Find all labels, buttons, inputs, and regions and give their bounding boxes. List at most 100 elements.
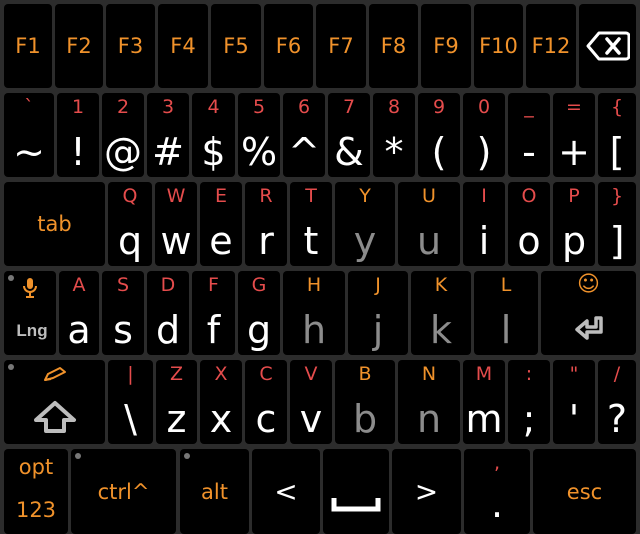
key-secondary: N: [421, 363, 437, 385]
key-period[interactable]: , .: [464, 449, 530, 534]
key-backspace[interactable]: [579, 4, 636, 88]
key-secondary: =: [566, 96, 582, 118]
key-secondary: ,: [493, 452, 501, 474]
key-s[interactable]: Ss: [102, 271, 144, 355]
key-2[interactable]: 2 @: [102, 93, 144, 177]
key-o[interactable]: Oo: [508, 182, 550, 266]
key-question[interactable]: /?: [598, 360, 636, 444]
key-r[interactable]: Rr: [245, 182, 287, 266]
key-f3[interactable]: F3: [106, 4, 155, 88]
key-primary: t: [303, 219, 319, 263]
key-j[interactable]: Jj: [348, 271, 408, 355]
microphone-icon: [4, 277, 56, 299]
key-i[interactable]: Ii: [463, 182, 505, 266]
key-f6[interactable]: F6: [264, 4, 313, 88]
key-t[interactable]: Tt: [290, 182, 332, 266]
key-h[interactable]: Hh: [283, 271, 345, 355]
key-3[interactable]: 3 #: [147, 93, 189, 177]
key-left-arrow[interactable]: <: [252, 449, 320, 534]
enter-icon: [541, 315, 636, 343]
key-f[interactable]: Ff: [192, 271, 235, 355]
key-bracket-right[interactable]: }]: [598, 182, 636, 266]
key-secondary: Y: [359, 185, 371, 207]
key-e[interactable]: Ee: [200, 182, 242, 266]
key-primary: +: [558, 130, 590, 174]
key-y[interactable]: Yy: [335, 182, 395, 266]
key-f12[interactable]: F12: [526, 4, 576, 88]
key-secondary: /: [613, 363, 621, 385]
key-primary: k: [429, 308, 452, 352]
key-f10[interactable]: F10: [474, 4, 523, 88]
key-lang[interactable]: Lng: [4, 271, 56, 355]
key-q[interactable]: Qq: [108, 182, 152, 266]
key-5[interactable]: 5%: [238, 93, 280, 177]
key-label: F8: [380, 34, 407, 58]
key-alt[interactable]: alt: [180, 449, 249, 534]
key-secondary: _: [524, 96, 534, 118]
shift-icon: [4, 400, 105, 434]
key-b[interactable]: Bb: [335, 360, 395, 444]
key-semicolon[interactable]: :;: [508, 360, 550, 444]
key-0[interactable]: 0): [463, 93, 505, 177]
key-right-arrow[interactable]: >: [392, 449, 461, 534]
key-backslash[interactable]: | \: [108, 360, 153, 444]
key-primary: i: [478, 219, 490, 263]
key-4[interactable]: 4 $: [192, 93, 235, 177]
key-l[interactable]: Ll: [474, 271, 538, 355]
key-bracket-left[interactable]: {[: [598, 93, 636, 177]
key-enter[interactable]: ☺: [541, 271, 636, 355]
space-icon: [323, 496, 389, 512]
key-primary: [: [609, 130, 625, 174]
key-label: F4: [170, 34, 196, 58]
key-f7[interactable]: F7: [316, 4, 366, 88]
key-secondary: }: [610, 185, 624, 207]
key-space[interactable]: [323, 449, 389, 534]
key-8[interactable]: 8 *: [373, 93, 415, 177]
key-7[interactable]: 7 &: [328, 93, 370, 177]
key-f5[interactable]: F5: [211, 4, 261, 88]
key-d[interactable]: Dd: [147, 271, 189, 355]
key-f4[interactable]: F4: [158, 4, 208, 88]
key-primary: #: [152, 130, 184, 174]
key-w[interactable]: Ww: [155, 182, 197, 266]
key-f8[interactable]: F8: [369, 4, 418, 88]
key-minus[interactable]: _ -: [508, 93, 550, 177]
key-z[interactable]: Zz: [156, 360, 197, 444]
key-primary: *: [384, 130, 404, 174]
pencil-icon: [4, 366, 105, 384]
key-n[interactable]: Nn: [398, 360, 460, 444]
key-m[interactable]: Mm: [463, 360, 505, 444]
key-secondary: V: [304, 363, 318, 385]
key-tab[interactable]: tab: [4, 182, 105, 266]
key-secondary: 5: [252, 96, 266, 118]
key-x[interactable]: Xx: [200, 360, 242, 444]
key-primary: v: [299, 397, 323, 441]
key-ctrl[interactable]: ctrl^: [71, 449, 176, 534]
key-9[interactable]: 9(: [418, 93, 460, 177]
key-shift[interactable]: [4, 360, 105, 444]
key-primary: g: [246, 308, 272, 352]
key-f9[interactable]: F9: [421, 4, 471, 88]
key-opt-123[interactable]: opt 123: [4, 449, 68, 534]
key-secondary: S: [116, 274, 130, 296]
key-primary: !: [70, 130, 86, 174]
key-tilde[interactable]: ` ~: [4, 93, 54, 177]
key-k[interactable]: Kk: [411, 271, 471, 355]
key-1[interactable]: 1!: [57, 93, 99, 177]
key-g[interactable]: Gg: [238, 271, 280, 355]
key-esc[interactable]: esc: [533, 449, 636, 534]
key-v[interactable]: Vv: [290, 360, 332, 444]
key-primary: l: [500, 308, 512, 352]
key-quote[interactable]: " ': [553, 360, 595, 444]
key-plus[interactable]: = +: [553, 93, 595, 177]
backspace-icon: [579, 4, 636, 88]
key-f2[interactable]: F2: [55, 4, 103, 88]
key-6[interactable]: 6 ^: [283, 93, 325, 177]
key-f1[interactable]: F1: [4, 4, 52, 88]
key-primary: u: [416, 219, 442, 263]
key-p[interactable]: Pp: [553, 182, 595, 266]
key-u[interactable]: Uu: [398, 182, 460, 266]
key-c[interactable]: Cc: [245, 360, 287, 444]
key-a[interactable]: Aa: [59, 271, 99, 355]
smiley-icon: ☺: [577, 272, 600, 297]
